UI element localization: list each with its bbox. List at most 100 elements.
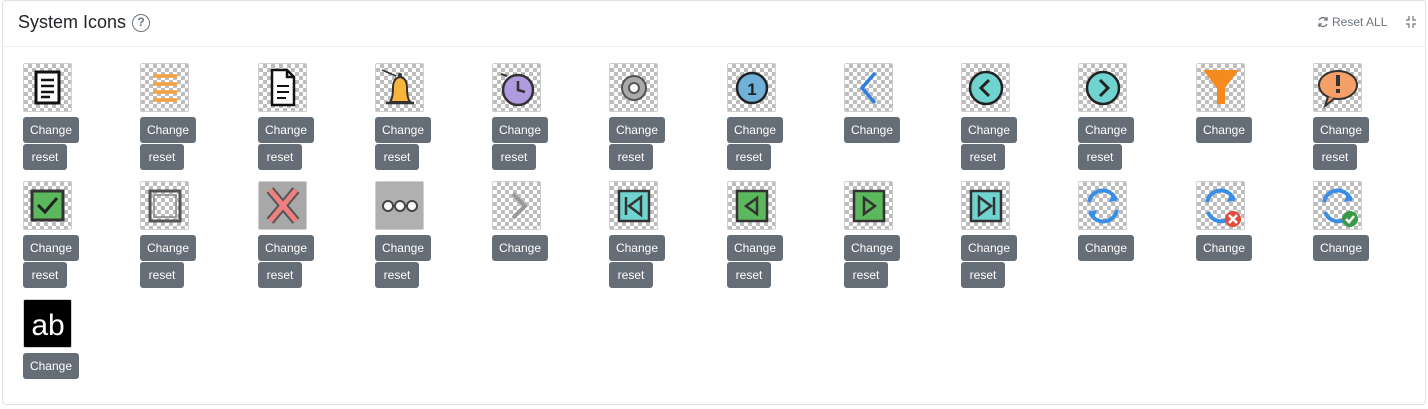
icon-cell: Change — [1078, 181, 1178, 291]
change-button[interactable]: Change — [258, 235, 314, 261]
change-button[interactable]: Change — [140, 235, 196, 261]
icon-cell: Change — [492, 181, 592, 291]
change-button[interactable]: Change — [609, 235, 665, 261]
previous-page-icon — [727, 181, 776, 230]
reset-button[interactable]: reset — [140, 262, 184, 288]
svg-text:1: 1 — [747, 80, 756, 99]
reset-button[interactable]: reset — [727, 144, 771, 170]
alert-bubble-icon — [1313, 63, 1362, 112]
reset-button[interactable]: reset — [375, 144, 419, 170]
menu-lines-icon — [140, 63, 189, 112]
clock-icon — [492, 63, 541, 112]
change-button[interactable]: Change — [1196, 117, 1252, 143]
document-list-icon — [23, 63, 72, 112]
chevron-left-icon — [844, 63, 893, 112]
bell-icon — [375, 63, 424, 112]
change-button[interactable]: Change — [23, 235, 79, 261]
change-button[interactable]: Change — [1078, 235, 1134, 261]
reset-button[interactable]: reset — [844, 262, 888, 288]
change-button[interactable]: Change — [844, 117, 900, 143]
refresh-icon — [1078, 181, 1127, 230]
change-button[interactable]: Change — [23, 117, 79, 143]
help-icon[interactable]: ? — [132, 14, 150, 32]
reset-button[interactable]: reset — [961, 144, 1005, 170]
gear-icon — [609, 63, 658, 112]
icon-cell: Change reset — [258, 181, 358, 291]
reset-button[interactable]: reset — [727, 262, 771, 288]
reset-button[interactable]: reset — [1078, 144, 1122, 170]
change-button[interactable]: Change — [609, 117, 665, 143]
refresh-small-icon — [1318, 16, 1328, 28]
refresh-success-icon — [1313, 181, 1362, 230]
change-button[interactable]: Change — [375, 235, 431, 261]
icon-cell: Change reset — [375, 181, 475, 291]
icon-cell: Change — [1313, 181, 1413, 291]
text-ab-icon: ab — [23, 299, 72, 348]
card-header: System Icons ? Reset ALL — [3, 1, 1425, 47]
icon-cell: Change — [1196, 181, 1296, 291]
icon-cell: Change reset — [727, 181, 827, 291]
icon-cell: Change — [844, 63, 944, 173]
change-button[interactable]: Change — [1196, 235, 1252, 261]
reset-button[interactable]: reset — [23, 262, 67, 288]
reset-button[interactable]: reset — [609, 144, 653, 170]
reset-all-label: Reset ALL — [1332, 15, 1388, 29]
chevron-right-gray-icon — [492, 181, 541, 230]
change-button[interactable]: Change — [1313, 235, 1369, 261]
change-button[interactable]: Change — [140, 117, 196, 143]
checkbox-empty-icon — [140, 181, 189, 230]
icon-cell: Change reset — [609, 181, 709, 291]
icon-cell: Change — [1196, 63, 1296, 173]
icon-cell: Change reset — [1313, 63, 1413, 173]
reset-button[interactable]: reset — [961, 262, 1005, 288]
change-button[interactable]: Change — [844, 235, 900, 261]
reset-button[interactable]: reset — [258, 262, 302, 288]
circle-left-icon — [961, 63, 1010, 112]
compress-icon[interactable] — [1405, 15, 1417, 29]
next-page-icon — [844, 181, 893, 230]
icon-cell: Change reset — [140, 63, 240, 173]
change-button[interactable]: Change — [1313, 117, 1369, 143]
reset-button[interactable]: reset — [375, 262, 419, 288]
change-button[interactable]: Change — [727, 235, 783, 261]
circle-right-icon — [1078, 63, 1127, 112]
refresh-error-icon — [1196, 181, 1245, 230]
reset-button[interactable]: reset — [492, 144, 536, 170]
icon-cell: Change reset — [23, 181, 123, 291]
icon-cell: Change reset — [375, 63, 475, 173]
change-button[interactable]: Change — [1078, 117, 1134, 143]
page-title: System Icons — [18, 12, 127, 32]
change-button[interactable]: Change — [961, 117, 1017, 143]
icon-cell: Change reset — [961, 63, 1061, 173]
icon-cell: Change reset — [961, 181, 1061, 291]
document-icon — [258, 63, 307, 112]
change-button[interactable]: Change — [258, 117, 314, 143]
change-button[interactable]: Change — [727, 117, 783, 143]
icon-cell: Change reset — [23, 63, 123, 173]
icon-cell: Change reset — [1078, 63, 1178, 173]
reset-button[interactable]: reset — [609, 262, 653, 288]
icon-cell: Change reset — [492, 63, 592, 173]
change-button[interactable]: Change — [492, 235, 548, 261]
info-icon: 1 — [727, 63, 776, 112]
checkbox-checked-icon — [23, 181, 72, 230]
change-button[interactable]: Change — [492, 117, 548, 143]
first-page-icon — [609, 181, 658, 230]
icon-cell: 1 Change reset — [727, 63, 827, 173]
system-icons-card: System Icons ? Reset ALL Change reset Chan… — [2, 0, 1426, 405]
change-button[interactable]: Change — [961, 235, 1017, 261]
reset-button[interactable]: reset — [23, 144, 67, 170]
change-button[interactable]: Change — [375, 117, 431, 143]
reset-button[interactable]: reset — [1313, 144, 1357, 170]
icon-cell: Change reset — [140, 181, 240, 291]
more-dots-icon — [375, 181, 424, 230]
reset-button[interactable]: reset — [140, 144, 184, 170]
last-page-icon — [961, 181, 1010, 230]
close-x-icon — [258, 181, 307, 230]
icon-cell: Change reset — [258, 63, 358, 173]
icon-cell: ab Change — [23, 299, 123, 409]
reset-button[interactable]: reset — [258, 144, 302, 170]
icon-cell: Change reset — [844, 181, 944, 291]
reset-all-button[interactable]: Reset ALL — [1317, 15, 1387, 29]
change-button[interactable]: Change — [23, 353, 79, 379]
